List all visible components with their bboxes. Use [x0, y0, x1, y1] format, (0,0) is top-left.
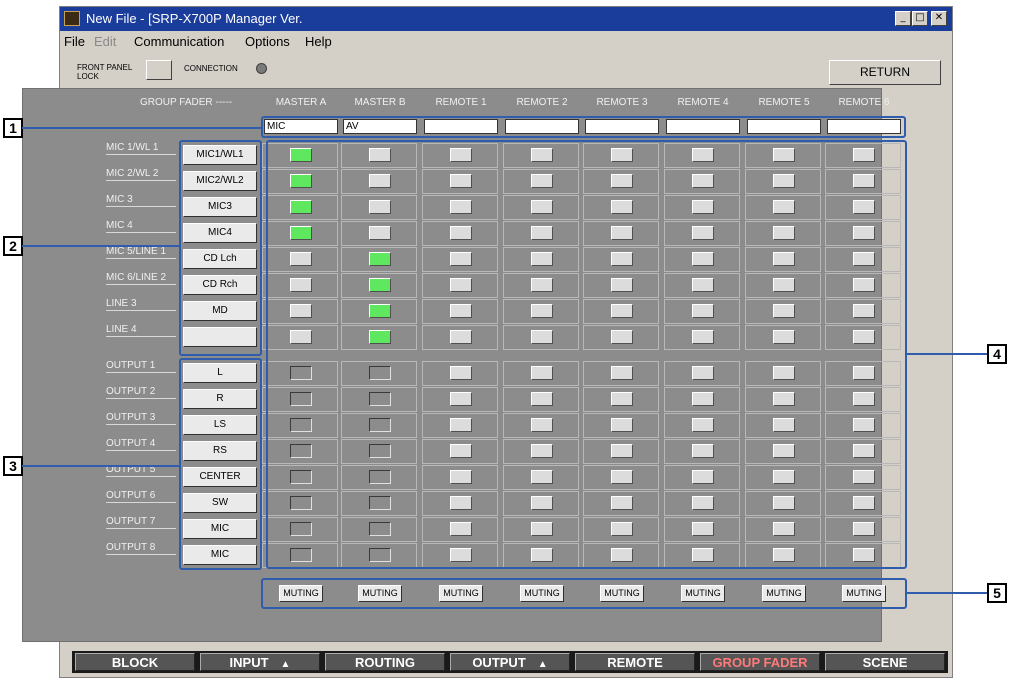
- input-channel-label: MIC 1/WL 1: [106, 142, 159, 153]
- tab-label: GROUP FADER: [712, 655, 808, 670]
- maximize-button[interactable]: □: [912, 11, 928, 26]
- tab-label: BLOCK: [111, 655, 159, 670]
- connection-label: CONNECTION: [184, 64, 238, 73]
- tab-label: REMOTE: [607, 655, 663, 670]
- return-button[interactable]: RETURN: [829, 60, 941, 85]
- tab-input[interactable]: INPUT ▲: [200, 653, 320, 671]
- connection-indicator-icon: [256, 63, 267, 74]
- tab-group-fader[interactable]: GROUP FADER: [700, 653, 820, 671]
- tab-block[interactable]: BLOCK: [75, 653, 195, 671]
- callout-2: 2: [3, 236, 23, 256]
- output-channel-label: OUTPUT 1: [106, 360, 156, 371]
- up-arrow-icon: ▲: [537, 659, 548, 670]
- column-header: MASTER A: [275, 97, 327, 108]
- input-channel-label: MIC 6/LINE 2: [106, 272, 167, 283]
- tab-output[interactable]: OUTPUT ▲: [450, 653, 570, 671]
- menu-options[interactable]: Options: [245, 34, 290, 49]
- up-arrow-icon: ▲: [280, 659, 291, 670]
- row-divider: [106, 310, 176, 311]
- callout-3: 3: [3, 456, 23, 476]
- callout-1-line: [22, 127, 262, 129]
- tab-label: ROUTING: [355, 655, 415, 670]
- column-header: MASTER B: [354, 97, 406, 108]
- column-header: REMOTE 6: [838, 97, 890, 108]
- row-divider: [106, 336, 176, 337]
- column-header: REMOTE 1: [435, 97, 487, 108]
- row-divider: [106, 372, 176, 373]
- row-divider: [106, 476, 176, 477]
- menu-help[interactable]: Help: [305, 34, 332, 49]
- tab-routing[interactable]: ROUTING: [325, 653, 445, 671]
- menu-bar: File Edit Communication Options Help: [60, 31, 952, 51]
- tab-label: SCENE: [862, 655, 908, 670]
- input-channel-label: MIC 2/WL 2: [106, 168, 159, 179]
- input-channel-label: MIC 4: [106, 220, 133, 231]
- callout-1: 1: [3, 118, 23, 138]
- input-channel-label: MIC 3: [106, 194, 133, 205]
- output-channel-label: OUTPUT 6: [106, 490, 156, 501]
- output-channel-label: OUTPUT 4: [106, 438, 156, 449]
- group-fader-label: GROUP FADER -----: [140, 97, 233, 108]
- tab-label: INPUT: [229, 655, 269, 670]
- output-names-highlight: [179, 358, 262, 570]
- tab-remote[interactable]: REMOTE: [575, 653, 695, 671]
- row-divider: [106, 284, 176, 285]
- name-inputs-highlight: [261, 116, 906, 138]
- minimize-button[interactable]: _: [895, 11, 911, 26]
- tab-scene[interactable]: SCENE: [825, 653, 945, 671]
- front-panel-lock-label: FRONT PANEL LOCK: [77, 63, 132, 81]
- output-channel-label: OUTPUT 8: [106, 542, 156, 553]
- title-bar: New File - [SRP-X700P Manager Ver. _ □ ✕: [60, 7, 952, 31]
- callout-3-line: [22, 465, 180, 467]
- row-divider: [106, 206, 176, 207]
- row-divider: [106, 554, 176, 555]
- output-channel-label: OUTPUT 2: [106, 386, 156, 397]
- input-names-highlight: [179, 140, 262, 356]
- row-divider: [106, 398, 176, 399]
- close-button[interactable]: ✕: [931, 11, 947, 26]
- row-divider: [106, 528, 176, 529]
- callout-4: 4: [987, 344, 1007, 364]
- row-divider: [106, 258, 176, 259]
- row-divider: [106, 424, 176, 425]
- muting-highlight: [261, 578, 907, 609]
- menu-edit[interactable]: Edit: [94, 34, 116, 49]
- column-header: REMOTE 4: [677, 97, 729, 108]
- app-icon: [64, 11, 80, 26]
- assign-matrix-highlight: [266, 140, 907, 569]
- row-divider: [106, 154, 176, 155]
- callout-2-line: [22, 245, 180, 247]
- row-divider: [106, 232, 176, 233]
- menu-file[interactable]: File: [64, 34, 85, 49]
- row-divider: [106, 450, 176, 451]
- front-panel-lock-button[interactable]: [146, 60, 172, 80]
- callout-5-line: [906, 592, 987, 594]
- output-channel-label: OUTPUT 3: [106, 412, 156, 423]
- window-title: New File - [SRP-X700P Manager Ver.: [86, 11, 303, 26]
- column-header: REMOTE 2: [516, 97, 568, 108]
- menu-communication[interactable]: Communication: [134, 34, 224, 49]
- callout-4-line: [906, 353, 987, 355]
- output-channel-label: OUTPUT 7: [106, 516, 156, 527]
- tab-label: OUTPUT: [472, 655, 526, 670]
- row-divider: [106, 180, 176, 181]
- input-channel-label: MIC 5/LINE 1: [106, 246, 167, 257]
- column-header: REMOTE 3: [596, 97, 648, 108]
- column-header: REMOTE 5: [758, 97, 810, 108]
- input-channel-label: LINE 4: [106, 324, 137, 335]
- callout-5: 5: [987, 583, 1007, 603]
- input-channel-label: LINE 3: [106, 298, 137, 309]
- row-divider: [106, 502, 176, 503]
